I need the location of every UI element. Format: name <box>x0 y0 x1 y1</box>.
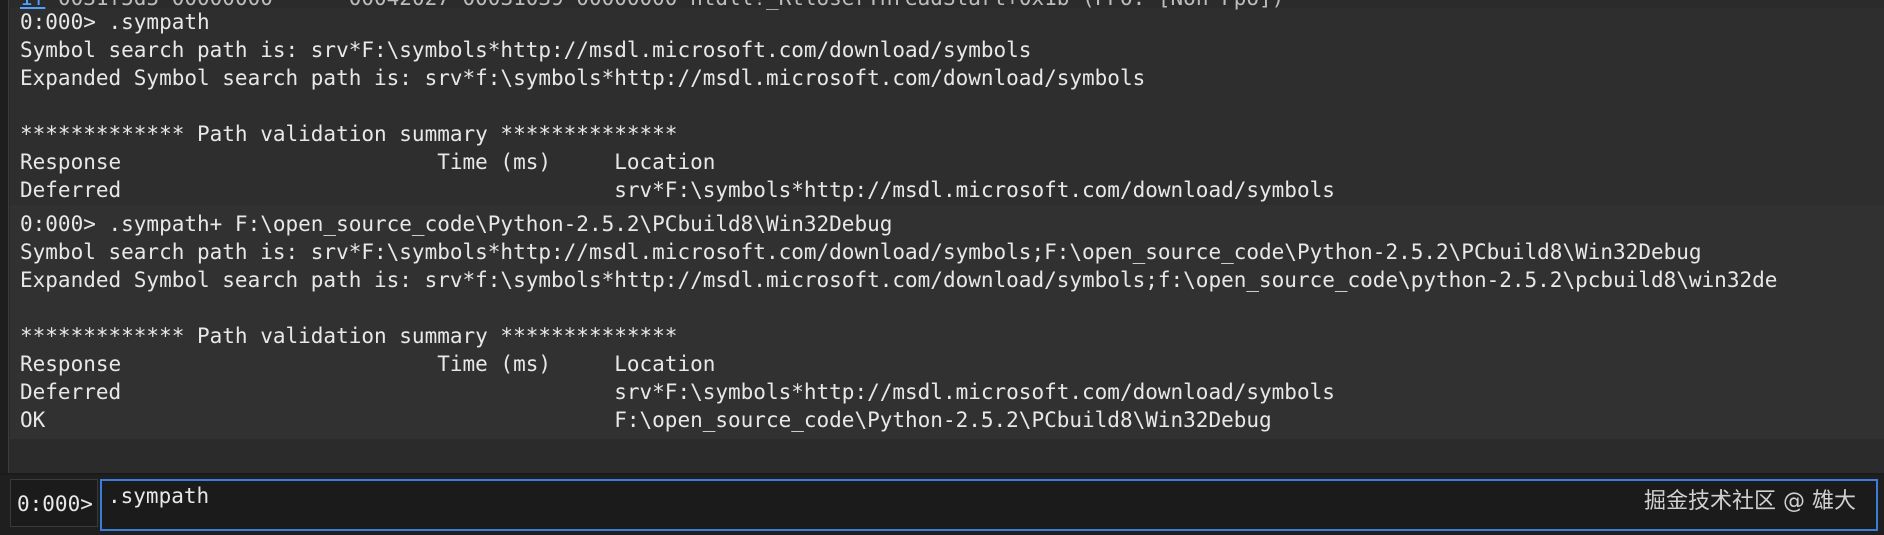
output-line: Deferred srv*F:\symbols*http://msdl.micr… <box>20 178 1335 202</box>
output-line: 0:000> .sympath <box>20 10 210 34</box>
output-line: ************* Path validation summary **… <box>20 122 678 146</box>
output-line: Expanded Symbol search path is: srv*f:\s… <box>20 66 1146 90</box>
output-line: 0:000> .sympath+ F:\open_source_code\Pyt… <box>20 212 893 236</box>
output-line: ************* Path validation summary **… <box>20 324 678 348</box>
partial-stack-line-text: 0031f5d5 00000000 00042027 00031039 0000… <box>45 0 1284 10</box>
output-line: OK F:\open_source_code\Python-2.5.2\PCbu… <box>20 408 1272 432</box>
output-line: Expanded Symbol search path is: srv*f:\s… <box>20 268 1778 292</box>
command-output-pane[interactable]: 1f 0031f5d5 00000000 00042027 00031039 0… <box>10 0 1884 473</box>
output-line: Symbol search path is: srv*F:\symbols*ht… <box>20 38 1032 62</box>
command-prompt-label: 0:000> <box>10 479 98 527</box>
output-gutter <box>0 0 9 473</box>
debugger-window: 1f 0031f5d5 00000000 00042027 00031039 0… <box>0 0 1884 535</box>
command-bar: 0:000> 掘金技术社区 @ 雄大 <box>0 475 1884 535</box>
output-line: Response Time (ms) Location <box>20 150 716 174</box>
output-line: Symbol search path is: srv*F:\symbols*ht… <box>20 240 1702 264</box>
output-line: Deferred srv*F:\symbols*http://msdl.micr… <box>20 380 1335 404</box>
output-line: Response Time (ms) Location <box>20 352 716 376</box>
watermark-text: 掘金技术社区 @ 雄大 <box>1644 489 1856 514</box>
command-input[interactable] <box>100 479 1878 531</box>
